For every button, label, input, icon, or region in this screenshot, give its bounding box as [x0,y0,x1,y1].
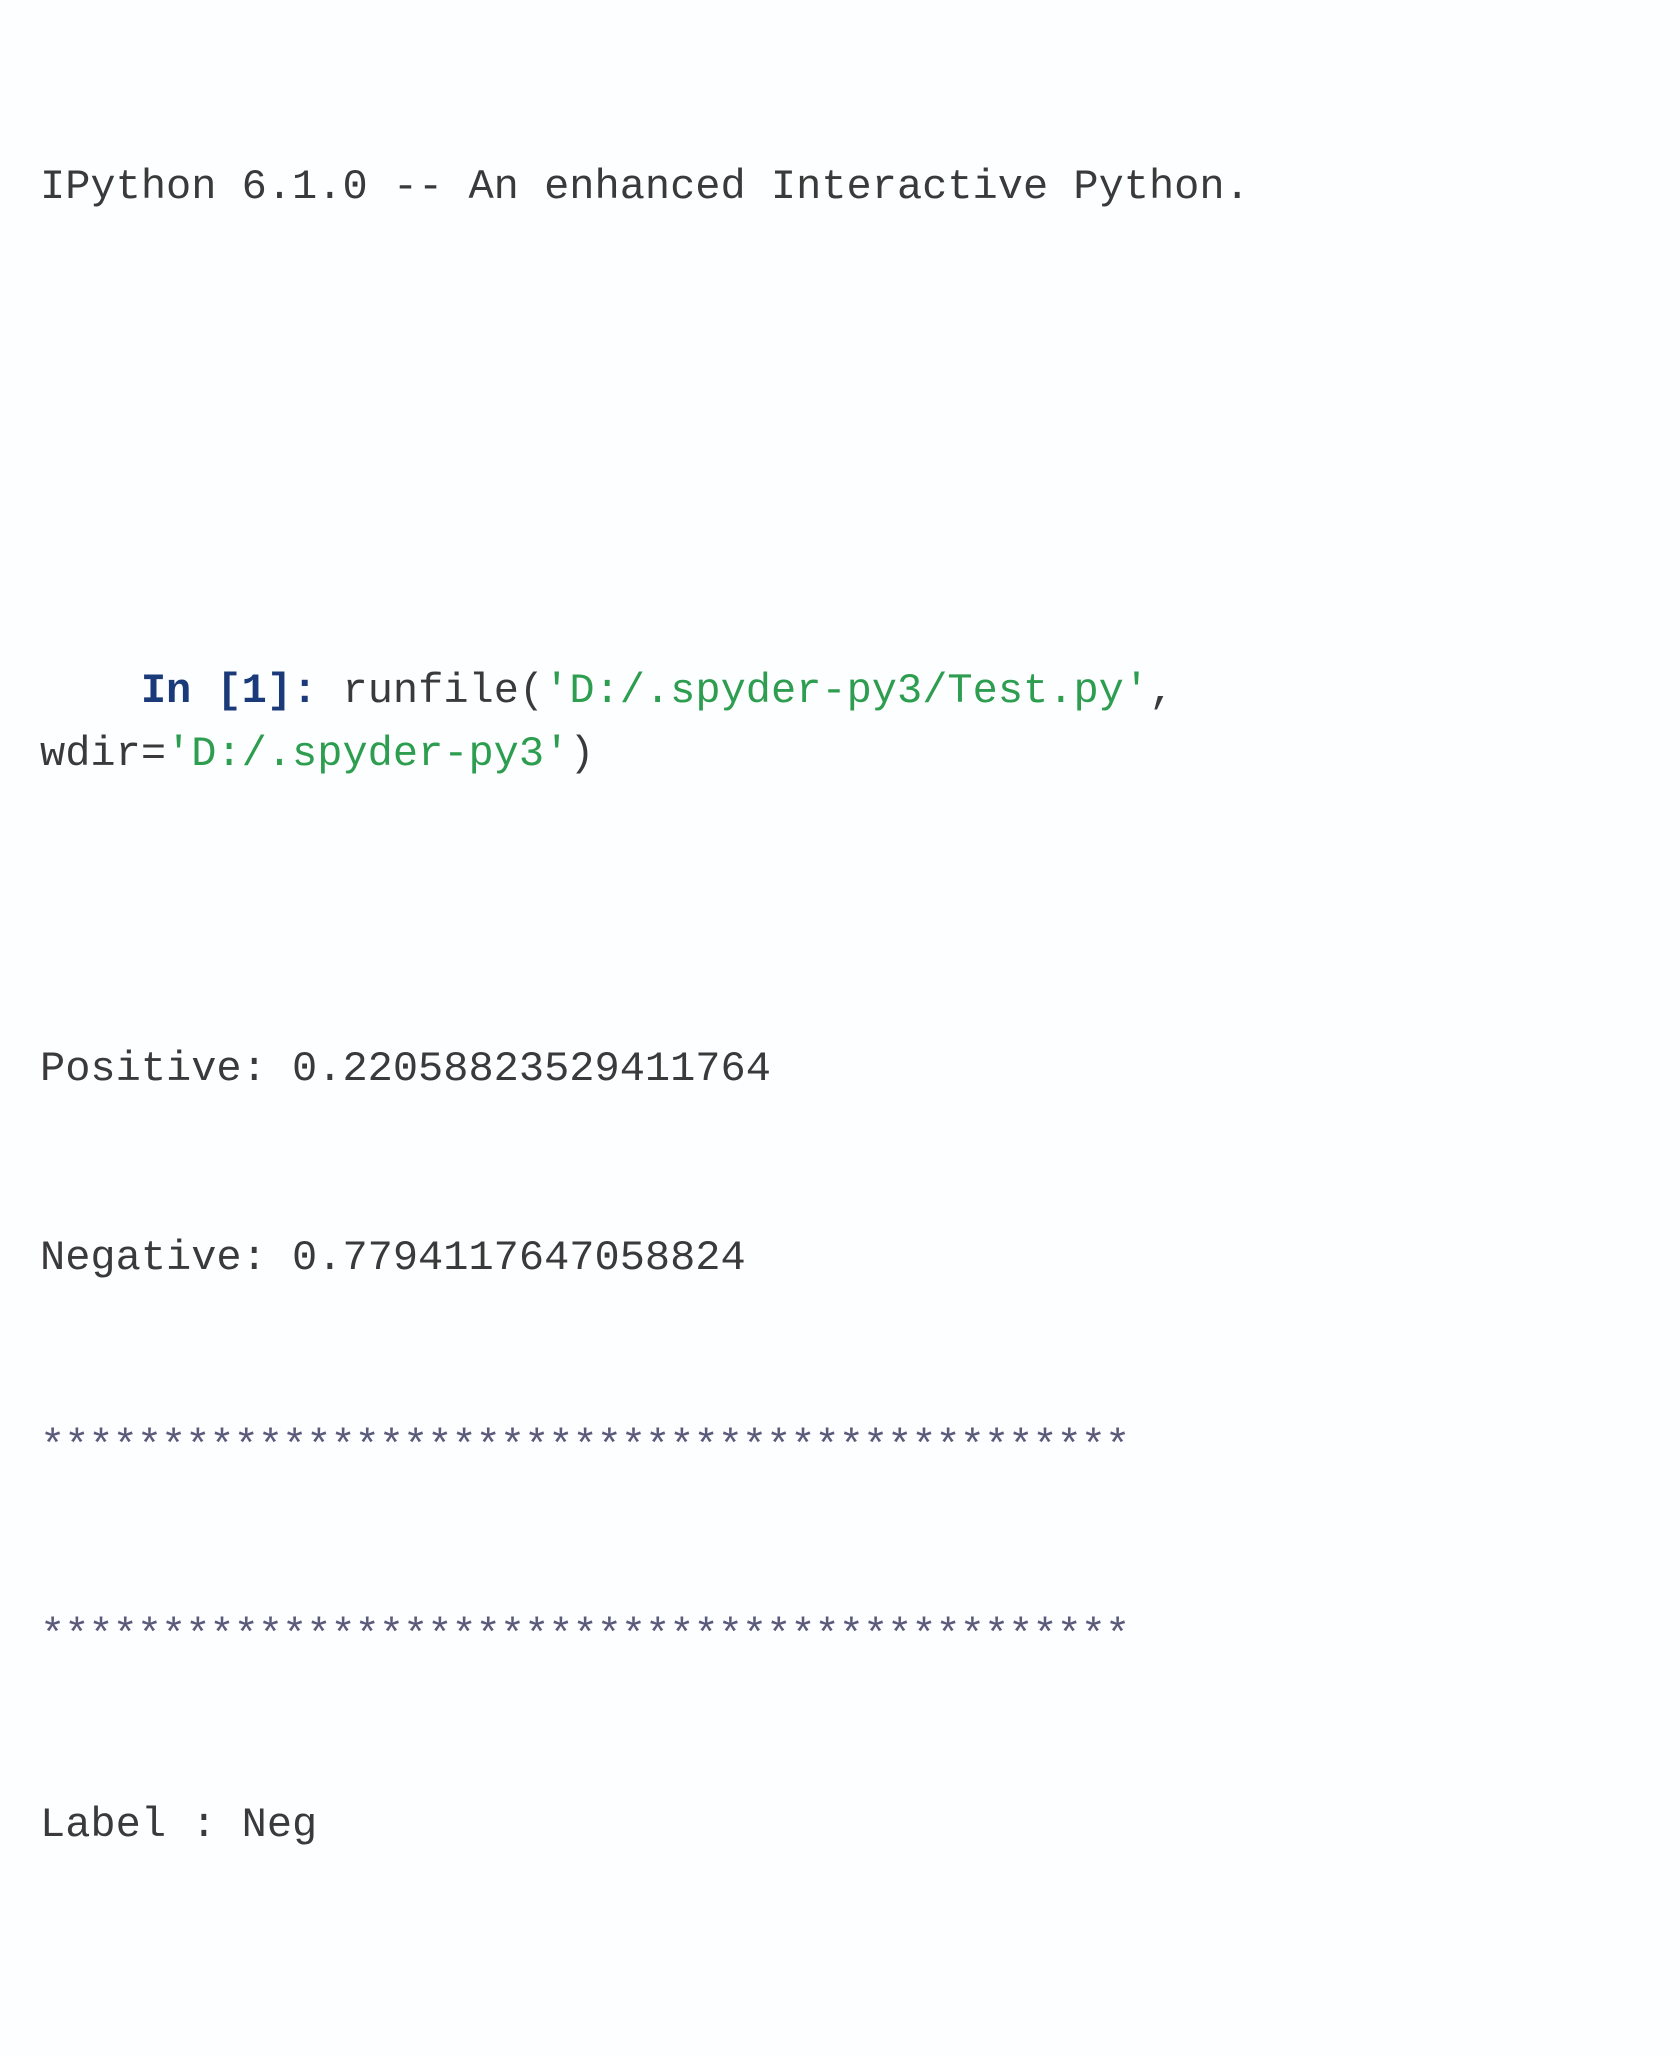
prompt-bracket-close: ]: [267,667,317,715]
blank-line [40,2046,1640,2056]
prompt-bracket-open: [ [216,667,241,715]
separator-line-2: ****************************************… [40,1605,1640,1668]
wdir-kwarg: wdir= [40,730,166,778]
separator-line-1: ****************************************… [40,1416,1640,1479]
prompt-number: 1 [242,667,267,715]
cell-1: In [1]: runfile('D:/.spyder-py3/Test.py'… [40,597,1640,849]
output-negative: Negative: 0.7794117647058824 [40,1227,1640,1290]
comma-sep: , [1149,667,1199,715]
paren-close: ) [569,730,594,778]
wdir-path: 'D:/.spyder-py3' [166,730,569,778]
runfile-func: runfile( [317,667,544,715]
blank-line [40,345,1640,408]
ipython-header: IPython 6.1.0 -- An enhanced Interactive… [40,156,1640,219]
runfile-path: 'D:/.spyder-py3/Test.py' [544,667,1149,715]
prompt-in-label: In [141,667,217,715]
output-positive: Positive: 0.22058823529411764 [40,1038,1640,1101]
output-label: Label : Neg [40,1794,1640,1857]
ipython-console[interactable]: IPython 6.1.0 -- An enhanced Interactive… [40,30,1640,2056]
